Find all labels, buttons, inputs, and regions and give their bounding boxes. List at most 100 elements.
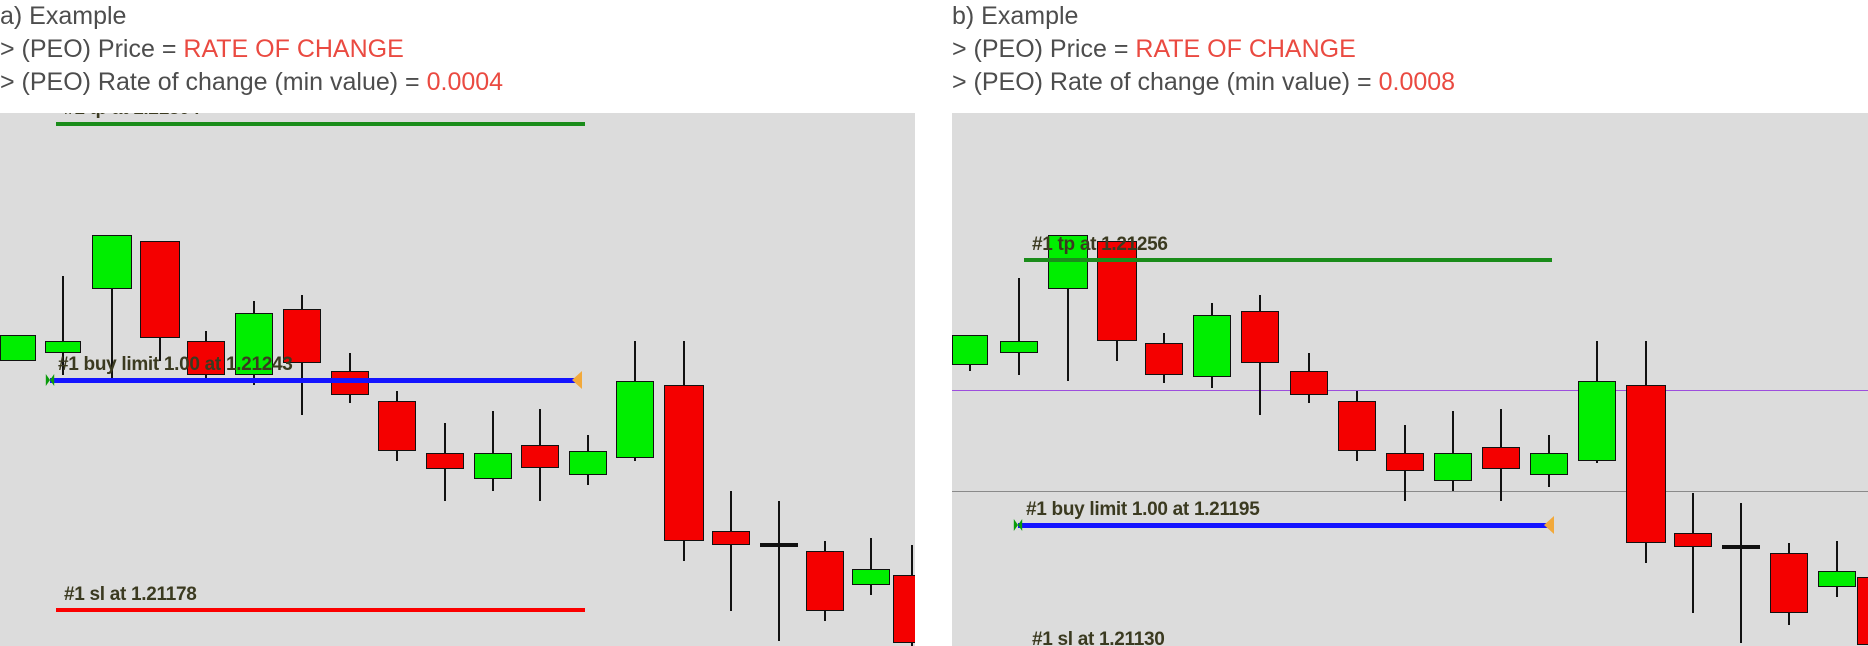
candle[interactable]	[1674, 113, 1712, 646]
candle[interactable]	[1857, 113, 1868, 646]
candle-wick	[870, 538, 872, 595]
panel-a-spec-2-prefix: > (PEO) Rate of change (min value) =	[0, 68, 427, 96]
panel-a: a) Example > (PEO) Price = RATE OF CHANG…	[0, 0, 915, 646]
order-line-label-buy_limit: #1 buy limit 1.00 at 1.21195	[1026, 499, 1260, 520]
panel-a-spec-1-value: RATE OF CHANGE	[183, 35, 404, 63]
candle-body-down	[140, 241, 180, 338]
candle-wick	[778, 501, 780, 641]
candle-body-down	[1145, 343, 1183, 375]
candle-body-down	[378, 401, 416, 451]
candle[interactable]	[1193, 113, 1231, 646]
candle-body-up	[1530, 453, 1568, 475]
panel-b: b) Example > (PEO) Price = RATE OF CHANG…	[952, 0, 1868, 646]
panel-b-spec-2-value: 0.0008	[1378, 68, 1456, 96]
panel-a-spec-line-1: > (PEO) Price = RATE OF CHANGE	[0, 33, 915, 66]
candle-body-down	[1338, 401, 1376, 451]
panel-b-spec-line-2: > (PEO) Rate of change (min value) = 0.0…	[952, 66, 1868, 99]
candle[interactable]	[1482, 113, 1520, 646]
candle-body-down	[331, 371, 369, 395]
candle[interactable]	[1386, 113, 1424, 646]
panel-a-header: a) Example > (PEO) Price = RATE OF CHANG…	[0, 0, 915, 99]
buy-limit-end-arrow-icon[interactable]	[572, 371, 582, 389]
candle-body-up	[1193, 315, 1231, 377]
candle[interactable]	[1770, 113, 1808, 646]
order-line-rule-sl	[56, 608, 585, 612]
candle-body-down	[1097, 241, 1137, 341]
candle-body-down	[426, 453, 464, 469]
panel-a-chart[interactable]: #1 tp at 1.21304 #1 buy limit 1.00 at 1.2…	[0, 113, 915, 646]
panel-b-chart[interactable]: #1 tp at 1.21256 #1 buy limit 1.00 at 1.2…	[952, 113, 1868, 646]
candle-wick	[730, 491, 732, 611]
panel-b-spec-2-prefix: > (PEO) Rate of change (min value) =	[952, 68, 1379, 96]
buy-limit-origin-marker-icon[interactable]	[1013, 519, 1023, 531]
candle[interactable]	[1290, 113, 1328, 646]
candle-body-down	[1482, 447, 1520, 469]
panel-b-spec-1-prefix: > (PEO) Price =	[952, 35, 1136, 63]
candle-body-up	[852, 569, 890, 585]
panel-a-spec-2-value: 0.0004	[426, 68, 504, 96]
candle-wick	[492, 411, 494, 491]
candle[interactable]	[1530, 113, 1568, 646]
candle-body-up	[0, 335, 36, 361]
candle-body-down	[1290, 371, 1328, 395]
candle[interactable]	[1048, 113, 1088, 646]
candle-body-down	[664, 385, 704, 541]
candle[interactable]	[1000, 113, 1038, 646]
candle[interactable]	[1818, 113, 1856, 646]
candle[interactable]	[712, 113, 750, 646]
candle[interactable]	[616, 113, 654, 646]
candle[interactable]	[1578, 113, 1616, 646]
panel-a-spec-1-prefix: > (PEO) Price =	[0, 35, 184, 63]
panel-a-spec-line-2: > (PEO) Rate of change (min value) = 0.0…	[0, 66, 915, 99]
buy-limit-origin-marker-icon[interactable]	[45, 374, 55, 386]
candle[interactable]	[852, 113, 890, 646]
candle-body-down	[1241, 311, 1279, 363]
candle-body-up	[45, 341, 81, 353]
candle[interactable]	[1338, 113, 1376, 646]
candle-body-down	[1674, 533, 1712, 547]
candle-wick	[1836, 541, 1838, 597]
candle-wick	[1740, 503, 1742, 643]
order-line-rule-tp	[1024, 258, 1552, 262]
order-line-rule-buy	[50, 378, 580, 383]
candle-body-down	[806, 551, 844, 611]
candle[interactable]	[664, 113, 704, 646]
buy-limit-end-arrow-icon[interactable]	[1544, 516, 1554, 534]
candle-body-flat	[760, 543, 798, 547]
order-line-label-sl: #1 sl at 1.21178	[64, 584, 197, 605]
order-line-label-buy_limit: #1 buy limit 1.00 at 1.21243	[58, 354, 293, 375]
order-line-label-sl: #1 sl at 1.21130	[1032, 629, 1165, 646]
candle-body-down	[1770, 553, 1808, 613]
candle[interactable]	[952, 113, 988, 646]
candle-body-up	[1000, 341, 1038, 353]
candle[interactable]	[1241, 113, 1279, 646]
candle[interactable]	[893, 113, 915, 646]
candle[interactable]	[806, 113, 844, 646]
candle-body-up	[569, 451, 607, 475]
candle-body-up	[1578, 381, 1616, 461]
candle-body-up	[1434, 453, 1472, 481]
candle-body-up	[1818, 571, 1856, 587]
order-line-rule-tp	[56, 122, 585, 126]
candle-wick	[1018, 278, 1020, 375]
candle-body-up	[952, 335, 988, 365]
candle-body-up	[92, 235, 132, 289]
candle[interactable]	[1434, 113, 1472, 646]
order-line-label-tp: #1 tp at 1.21304	[64, 113, 200, 120]
panel-b-header: b) Example > (PEO) Price = RATE OF CHANG…	[952, 0, 1868, 99]
candle[interactable]	[0, 113, 36, 646]
candle[interactable]	[1097, 113, 1137, 646]
candle-body-down	[1857, 577, 1868, 645]
candle-body-down	[521, 445, 559, 468]
panel-b-spec-1-value: RATE OF CHANGE	[1135, 35, 1356, 63]
panel-b-caption: b) Example	[952, 2, 1079, 30]
candle-body-down	[712, 531, 750, 545]
candle[interactable]	[1722, 113, 1760, 646]
panel-a-caption: a) Example	[0, 2, 127, 30]
candle[interactable]	[1626, 113, 1666, 646]
candle-body-up	[616, 381, 654, 458]
candle-body-down	[1626, 385, 1666, 543]
candle[interactable]	[1145, 113, 1183, 646]
candle-wick	[1692, 493, 1694, 613]
candle[interactable]	[760, 113, 798, 646]
